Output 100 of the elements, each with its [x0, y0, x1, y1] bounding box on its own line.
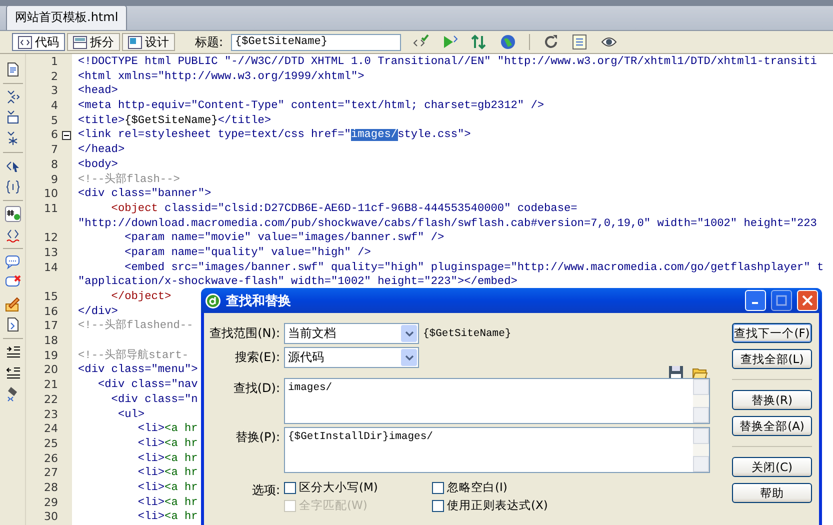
chevron-down-icon — [404, 354, 414, 360]
play-icon[interactable] — [442, 34, 458, 50]
line-number: 29 — [43, 496, 59, 510]
line-number: 3 — [50, 84, 59, 100]
expand-icon[interactable] — [4, 110, 20, 126]
option-checkbox[interactable]: 使用正则表达式(X) — [432, 498, 548, 513]
view-mode-button[interactable]: 拆分 — [67, 33, 120, 51]
code-line: <title>{$GetSiteName}</title> — [78, 114, 272, 128]
title-label: 标题: — [195, 34, 224, 50]
field-label: 查找范围(N): — [208, 325, 280, 342]
dialog-title: 查找和替换 — [226, 292, 292, 310]
line-number: 4 — [50, 99, 59, 114]
pencil-icon[interactable] — [4, 296, 20, 312]
document-icon[interactable] — [4, 317, 20, 333]
code-line: </div> — [78, 304, 118, 318]
code-line: <object classid="clsid:D27CDB6E-AE6D-11cf-96B8-444553540000" codebase= — [110, 202, 578, 217]
list-icon[interactable] — [572, 34, 588, 50]
line-number: 5 — [50, 114, 59, 128]
minimize-button[interactable] — [745, 290, 766, 311]
maximize-button[interactable] — [771, 290, 792, 311]
line-number: 27 — [43, 466, 59, 481]
view-mode-button[interactable]: 设计 — [122, 33, 175, 51]
code-line: <meta http-equiv="Content-Type" content="text/html; charset=gb2312" /> — [78, 99, 544, 114]
field-label: 替换(P): — [234, 429, 280, 446]
collapse-icon[interactable] — [4, 89, 20, 105]
code-line: <li><a hr — [136, 422, 198, 437]
code-line: <!--头部导航start- — [78, 348, 189, 364]
option-checkbox[interactable]: 忽略空白(I) — [432, 480, 548, 495]
code-line: "http://download.macromedia.com/pub/shockwave/cabs/flash/swflash.cab#version=7,0,19,0" width="1002" height="223 — [78, 216, 817, 232]
dialog-button[interactable]: 查找下一个(F) — [732, 323, 812, 343]
refresh-icon[interactable] — [543, 34, 560, 50]
code-line: </head> — [78, 143, 125, 158]
design-view-icon — [128, 36, 142, 48]
code-line: <!--头部flashend-- — [78, 319, 194, 334]
code-line: </object> — [110, 290, 172, 305]
line-number: 22 — [43, 392, 59, 408]
code-line: "application/x-shockwave-flash" width="1002" height="223"></embed> — [78, 275, 518, 290]
fold-icon[interactable] — [62, 131, 70, 140]
sort-icon[interactable] — [471, 34, 488, 50]
line-number: 10 — [43, 187, 59, 202]
code-line: <head> — [78, 84, 118, 100]
app-logo-icon — [205, 292, 221, 308]
line-number: 13 — [43, 246, 59, 261]
document-tab[interactable]: 网站首页模板.html — [6, 5, 128, 30]
code-line: <body> — [78, 158, 118, 172]
line-number: 8 — [50, 158, 59, 172]
line-number: 7 — [50, 143, 59, 158]
indent-icon[interactable] — [4, 344, 20, 360]
dialog-button[interactable]: 替换(R) — [732, 390, 812, 410]
field-label: 选项: — [250, 482, 280, 499]
line-number: 11 — [43, 202, 59, 217]
line-number: 26 — [43, 452, 59, 466]
code-line: <li><a hr — [136, 436, 198, 452]
find-field[interactable]: images/ — [284, 378, 710, 424]
outdent-icon[interactable] — [4, 365, 20, 381]
line-number: 14 — [43, 260, 59, 276]
hash-icon[interactable] — [4, 206, 20, 222]
code-line: <div class="nav — [96, 378, 198, 393]
line-number: 6 — [50, 128, 59, 144]
scope-dropdown[interactable]: 当前文档 — [284, 323, 419, 344]
maximize-icon — [776, 295, 787, 306]
line-number: 9 — [50, 172, 59, 188]
code-line: <div class="menu"> — [78, 363, 198, 378]
scope-note: {$GetSiteName} — [423, 328, 512, 340]
line-number: 2 — [50, 70, 59, 84]
code-line: <div class="banner"> — [78, 187, 212, 202]
close-button[interactable] — [797, 290, 818, 311]
field-label: 查找(D): — [232, 380, 280, 397]
document-icon[interactable] — [4, 62, 20, 78]
code-view-icon — [18, 36, 32, 48]
code-line: <link rel=stylesheet type=text/css href="images/style.css"> — [78, 128, 471, 144]
code-line: <li><a hr — [136, 510, 198, 525]
braces-icon[interactable] — [4, 179, 20, 195]
globe-icon[interactable] — [500, 34, 516, 50]
code-line: <li><a hr — [136, 466, 198, 481]
code-line: <!DOCTYPE html PUBLIC "-//W3C//DTD XHTML 1.0 Transitional//EN" "http://www.w3.org/TR/xhtml1/DTD/xhtml1-transiti — [78, 55, 817, 70]
line-number: 12 — [43, 231, 59, 246]
line-number: 24 — [43, 422, 59, 437]
comment-icon[interactable] — [4, 254, 20, 270]
line-number: 19 — [43, 348, 59, 364]
line-number: 30 — [43, 510, 59, 525]
dialog-button[interactable]: 替换全部(A) — [732, 416, 812, 436]
dialog-button[interactable]: 帮助 — [732, 483, 812, 503]
title-field[interactable]: {$GetSiteName} — [231, 34, 402, 50]
tag-icon[interactable] — [4, 227, 20, 243]
split-view-icon — [73, 36, 87, 48]
code-line: <param name="quality" value="high" /> — [124, 246, 371, 261]
code-line: <param name="movie" value="images/banner.swf" /> — [124, 231, 444, 246]
search-dropdown[interactable]: 源代码 — [284, 347, 419, 368]
dialog-button[interactable]: 查找全部(L) — [732, 349, 812, 369]
replace-field[interactable]: {$GetInstallDir}images/ — [284, 427, 710, 473]
code-line: <li><a hr — [136, 496, 198, 510]
line-number: 25 — [43, 436, 59, 452]
chevron-down-icon — [404, 330, 414, 336]
option-checkbox[interactable]: 区分大小写(M) — [284, 480, 432, 495]
line-number: 18 — [43, 334, 59, 349]
view-mode-button[interactable]: 代码 — [12, 33, 65, 51]
line-number: 16 — [43, 304, 59, 320]
line-number: 1 — [50, 55, 59, 70]
dialog-button[interactable]: 关闭(C) — [732, 457, 812, 477]
